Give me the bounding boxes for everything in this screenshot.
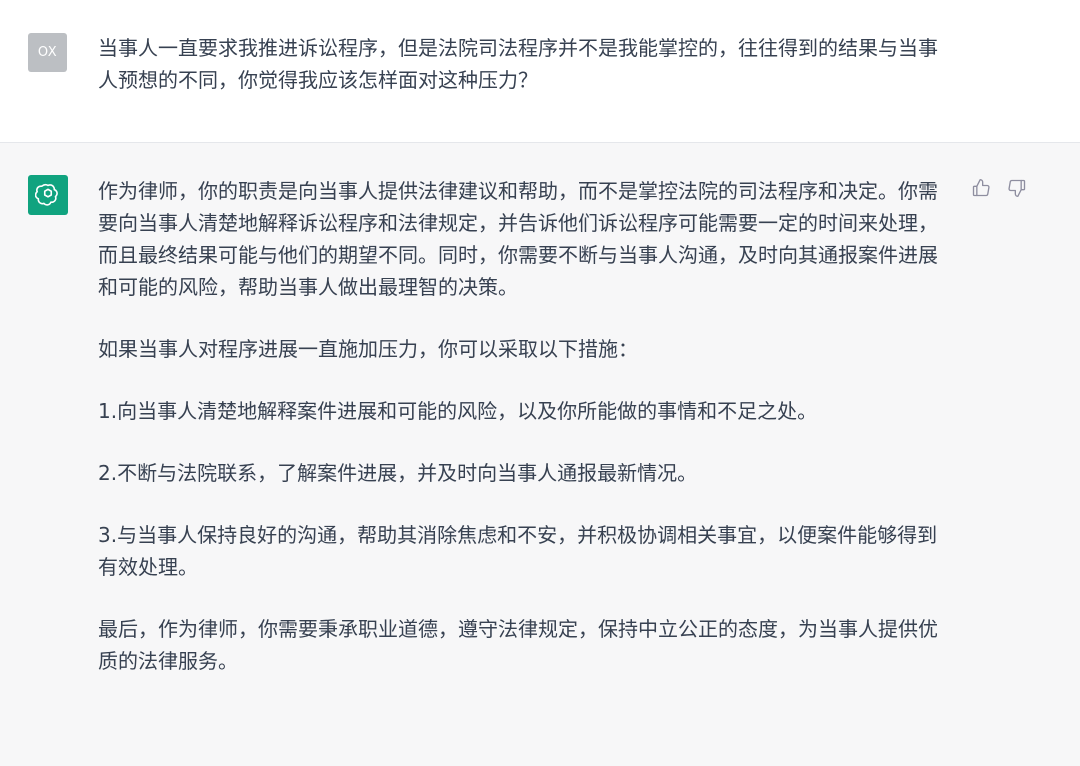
openai-logo-icon [35,183,58,206]
thumbs-down-icon [1008,179,1026,197]
assistant-paragraph: 3.与当事人保持良好的沟通，帮助其消除焦虑和不安，并积极协调相关事宜，以便案件能… [98,523,938,579]
feedback-buttons [970,177,1028,199]
assistant-paragraph: 作为律师，你的职责是向当事人提供法律建议和帮助，而不是掌控法院的司法程序和决定。… [98,179,938,299]
thumbs-down-button[interactable] [1006,177,1028,199]
assistant-message-row: 作为律师，你的职责是向当事人提供法律建议和帮助，而不是掌控法院的司法程序和决定。… [0,143,1080,766]
assistant-paragraph: 如果当事人对程序进展一直施加压力，你可以采取以下措施： [98,337,638,361]
assistant-paragraph: 2.不断与法院联系，了解案件进展，并及时向当事人通报最新情况。 [98,461,698,485]
user-avatar: OX [28,33,67,72]
assistant-avatar [28,175,68,215]
assistant-paragraph: 最后，作为律师，你需要秉承职业道德，遵守法律规定，保持中立公正的态度，为当事人提… [98,617,938,673]
user-message-text: 当事人一直要求我推进诉讼程序，但是法院司法程序并不是我能掌控的，往往得到的结果与… [98,36,938,92]
assistant-paragraph: 1.向当事人清楚地解释案件进展和可能的风险，以及你所能做的事情和不足之处。 [98,399,818,423]
thumbs-up-button[interactable] [970,177,992,199]
thumbs-up-icon [972,179,990,197]
user-message-row: OX 当事人一直要求我推进诉讼程序，但是法院司法程序并不是我能掌控的，往往得到的… [0,0,1080,143]
assistant-message-text: 作为律师，你的职责是向当事人提供法律建议和帮助，而不是掌控法院的司法程序和决定。… [98,175,946,677]
user-avatar-text: OX [37,45,58,60]
